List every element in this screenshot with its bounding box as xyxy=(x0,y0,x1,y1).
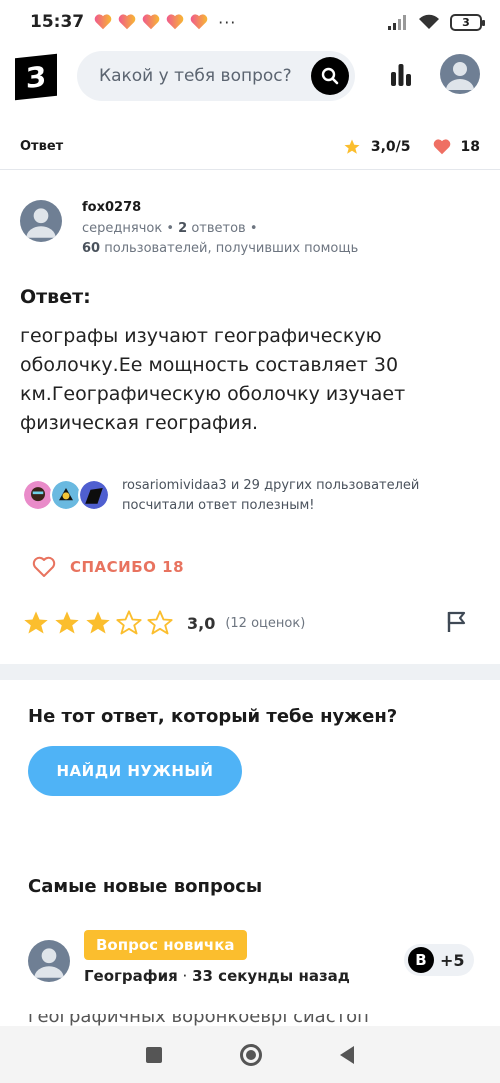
heart-notification-icon xyxy=(142,14,160,30)
star-empty-icon[interactable] xyxy=(115,609,143,637)
user-icon xyxy=(26,208,56,238)
star-icon xyxy=(344,139,360,154)
author-helped-count: 60 xyxy=(82,241,101,256)
user-icon xyxy=(446,62,474,90)
system-nav-bar xyxy=(0,1026,500,1083)
author-rank: середнячок xyxy=(82,221,163,236)
stars-container[interactable] xyxy=(22,609,177,637)
battery-level: 3 xyxy=(462,15,470,29)
star-filled-icon[interactable] xyxy=(22,609,50,637)
author-name[interactable]: fox0278 xyxy=(82,200,141,215)
signal-icon xyxy=(388,15,406,30)
thanks-label: СПАСИБО 18 xyxy=(70,558,185,576)
user-icon xyxy=(34,948,64,978)
star-filled-icon[interactable] xyxy=(84,609,112,637)
not-found-heading: Не тот ответ, который тебе нужен? xyxy=(28,706,398,727)
battery-icon: 3 xyxy=(450,13,485,31)
logo-letter: З xyxy=(26,59,46,95)
search-button[interactable] xyxy=(311,57,349,95)
home-button[interactable] xyxy=(240,1043,262,1066)
helpful-users: rosariomividaa3 и 29 других пользователе… xyxy=(22,476,482,516)
clock: 15:37 xyxy=(30,12,85,32)
search-icon xyxy=(321,67,339,85)
author-helped-line: 60 пользователей, получивших помощь xyxy=(82,241,358,256)
answer-text: географы изучают географическую оболочку… xyxy=(20,325,406,434)
recent-apps-button[interactable] xyxy=(146,1046,162,1063)
user-avatar[interactable] xyxy=(440,54,480,94)
find-answer-button[interactable]: НАЙДИ НУЖНЫЙ xyxy=(28,746,242,796)
answer-heading: Ответ: xyxy=(20,286,91,308)
search-input[interactable]: Какой у тебя вопрос? xyxy=(77,51,355,101)
rating-stars: 3,0 (12 оценок) xyxy=(22,608,482,638)
heart-outline-icon xyxy=(32,556,56,577)
author-avatar[interactable] xyxy=(20,200,62,242)
back-button[interactable] xyxy=(340,1045,354,1064)
heart-notification-icon xyxy=(118,14,136,30)
points-value: +5 xyxy=(440,950,465,970)
author-answers-count: 2 xyxy=(178,221,188,236)
ratings-count: (12 оценок) xyxy=(225,615,306,631)
points-icon: В xyxy=(408,947,434,973)
stars-value: 3,0 xyxy=(187,613,216,633)
app-logo[interactable]: З xyxy=(15,53,57,101)
heart-notification-icon xyxy=(94,14,112,30)
heart-icon xyxy=(433,138,450,154)
star-filled-icon[interactable] xyxy=(53,609,81,637)
heart-notification-icon xyxy=(190,14,208,30)
question-meta: География · 33 секунды назад xyxy=(84,967,350,985)
newest-questions-heading: Самые новые вопросы xyxy=(28,876,263,897)
answer-label: Ответ xyxy=(20,139,64,154)
answer-author: fox0278 середнячок • 2 ответов • 60 поль… xyxy=(20,200,480,260)
question-time: 33 секунды назад xyxy=(192,967,350,985)
question-subject[interactable]: География xyxy=(84,967,178,985)
app-header: З Какой у тебя вопрос? xyxy=(0,44,500,108)
search-placeholder: Какой у тебя вопрос? xyxy=(99,66,292,86)
wifi-icon xyxy=(419,14,439,29)
answer-summary-bar: Ответ 3,0/5 18 xyxy=(0,124,500,170)
star-empty-icon[interactable] xyxy=(146,609,174,637)
heart-notification-icon xyxy=(166,14,184,30)
likes-count: 18 xyxy=(460,138,480,155)
helpful-users-text: rosariomividaa3 и 29 других пользователе… xyxy=(122,478,420,513)
author-helped-label: пользователей, получивших помощь xyxy=(104,241,359,256)
section-divider xyxy=(0,664,500,680)
author-rank-line: середнячок • 2 ответов • xyxy=(82,221,258,236)
stats-icon[interactable] xyxy=(388,62,414,88)
thanks-button[interactable]: СПАСИБО 18 xyxy=(32,556,184,578)
flag-icon[interactable] xyxy=(446,610,468,634)
helper-avatar xyxy=(78,479,110,511)
more-notifications-icon: ··· xyxy=(218,12,237,32)
rating-value: 3,0/5 xyxy=(370,138,411,155)
newbie-question-badge: Вопрос новичка xyxy=(84,930,247,960)
status-bar: 15:37 ··· 3 xyxy=(0,0,500,44)
notification-icons xyxy=(94,14,208,30)
author-answers-label: ответов xyxy=(191,221,246,236)
question-points: В +5 xyxy=(404,944,474,976)
question-author-avatar[interactable] xyxy=(28,940,70,982)
